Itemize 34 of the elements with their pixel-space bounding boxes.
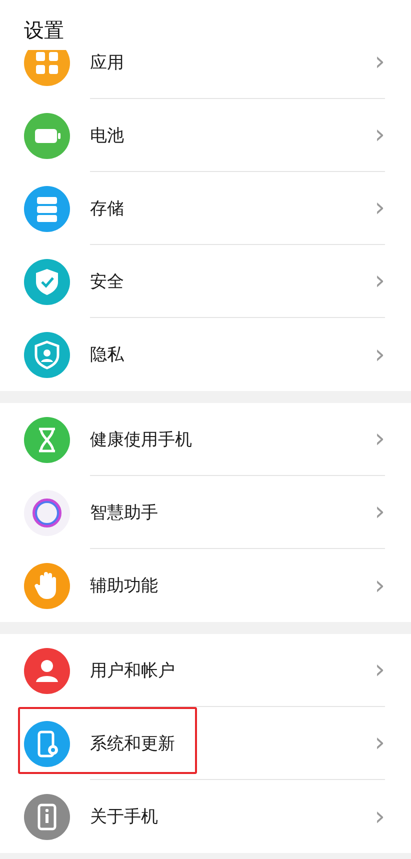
item-label: 健康使用手机: [90, 428, 192, 450]
chevron-icon: ›: [374, 195, 385, 221]
page-title: 设置: [24, 17, 64, 44]
settings-item[interactable]: 应用 ›: [0, 50, 411, 99]
item-label: 辅助功能: [90, 575, 158, 597]
chevron-icon: ›: [374, 268, 385, 294]
settings-item[interactable]: 关于手机 ›: [0, 780, 411, 853]
settings-item[interactable]: 系统和更新 ›: [0, 707, 411, 780]
settings-item[interactable]: 存储 ›: [0, 172, 411, 245]
chevron-icon: ›: [374, 50, 385, 75]
settings-item[interactable]: 辅助功能 ›: [0, 549, 411, 622]
item-label: 隐私: [90, 344, 124, 366]
settings-item[interactable]: 健康使用手机 ›: [0, 403, 411, 476]
chevron-icon: ›: [374, 342, 385, 368]
item-label: 用户和帐户: [90, 660, 175, 682]
chevron-icon: ›: [374, 730, 385, 756]
chevron-icon: ›: [374, 122, 385, 148]
chevron-icon: ›: [374, 426, 385, 452]
item-label: 系统和更新: [90, 732, 175, 754]
chevron-icon: ›: [374, 657, 385, 683]
chevron-icon: ›: [374, 804, 385, 830]
settings-item[interactable]: 电池 ›: [0, 99, 411, 172]
settings-item[interactable]: 隐私 ›: [0, 318, 411, 391]
settings-item[interactable]: 智慧助手 ›: [0, 476, 411, 549]
item-label: 存储: [90, 198, 124, 220]
chevron-icon: ›: [374, 499, 385, 525]
item-label: 应用: [90, 52, 124, 74]
item-label: 智慧助手: [90, 502, 158, 524]
item-label: 安全: [90, 270, 124, 292]
item-label: 关于手机: [90, 806, 158, 828]
item-label: 电池: [90, 124, 124, 146]
settings-item[interactable]: 安全 ›: [0, 245, 411, 318]
chevron-icon: ›: [374, 572, 385, 598]
settings-item[interactable]: 用户和帐户 ›: [0, 634, 411, 707]
